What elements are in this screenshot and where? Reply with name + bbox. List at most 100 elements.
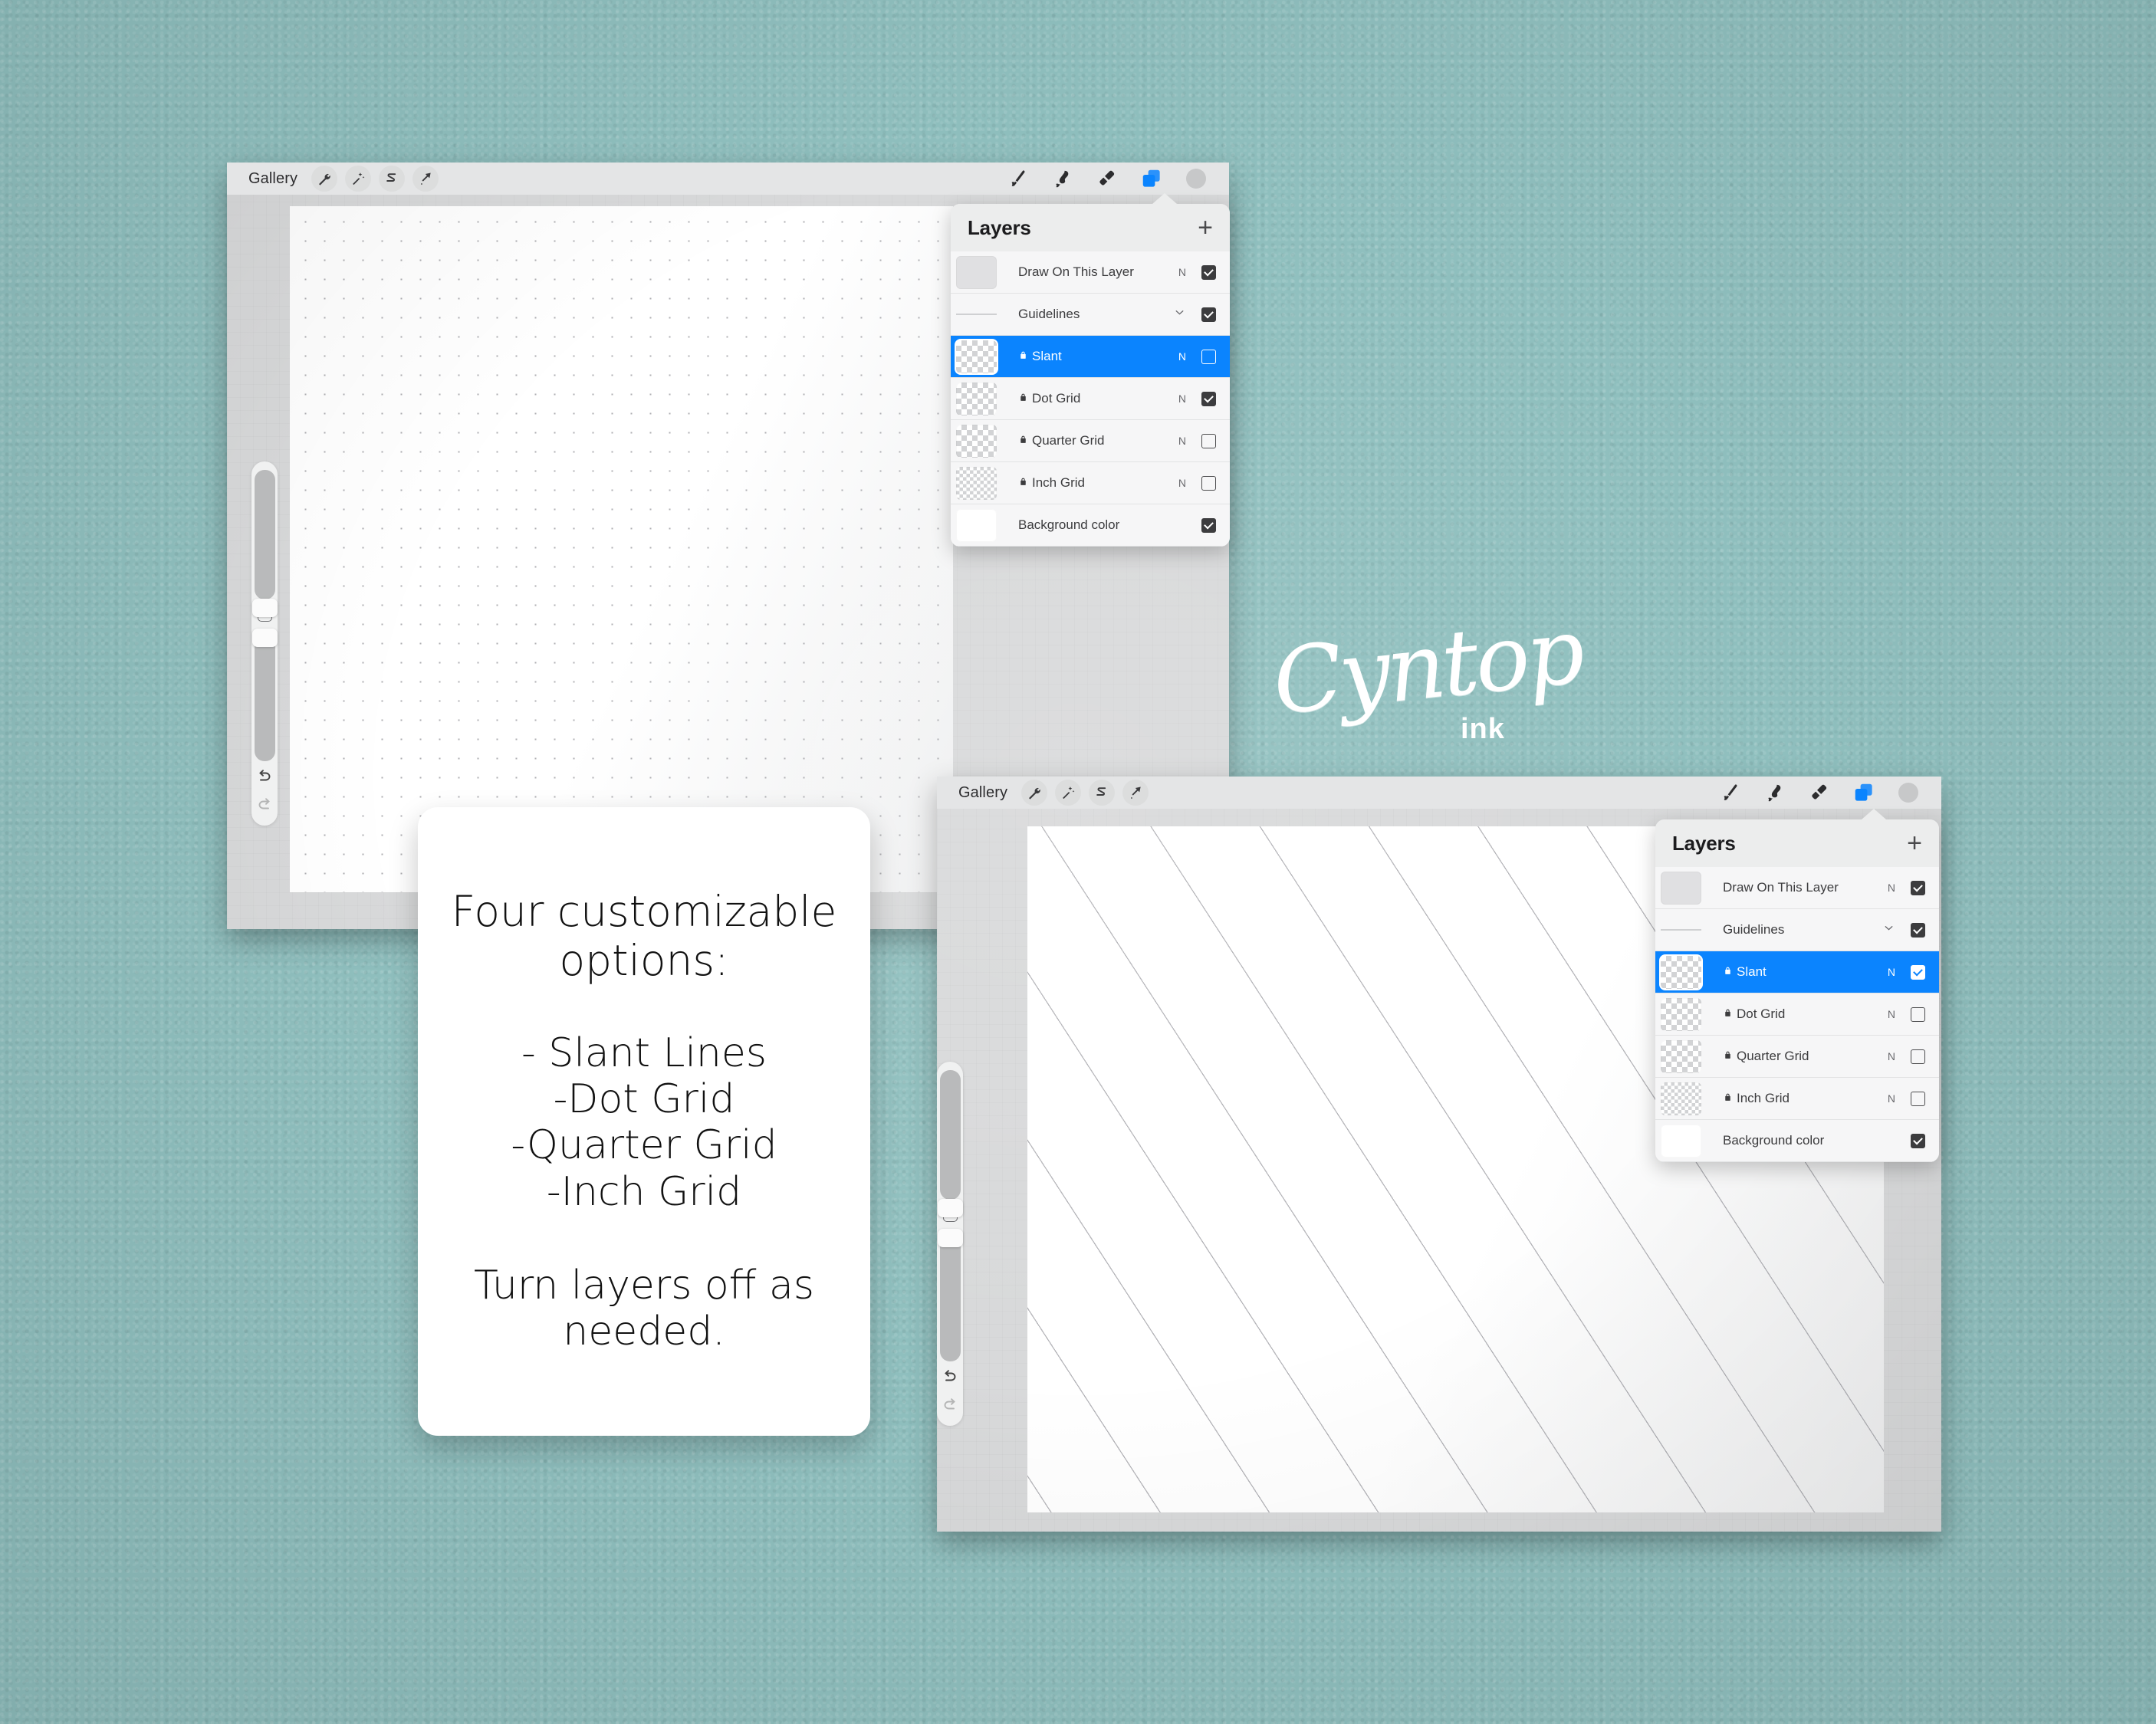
gallery-button[interactable]: Gallery bbox=[949, 784, 1014, 802]
layer-row[interactable]: Quarter Grid N bbox=[951, 420, 1230, 462]
layer-visibility-checkbox[interactable] bbox=[1911, 1091, 1925, 1106]
brush-size-slider[interactable] bbox=[937, 1070, 963, 1217]
layer-thumbnail[interactable] bbox=[1661, 871, 1701, 905]
blend-mode-label[interactable]: N bbox=[1888, 1050, 1911, 1062]
chevron-down-icon[interactable] bbox=[1173, 306, 1201, 323]
layers-icon[interactable] bbox=[1852, 781, 1875, 804]
layer-visibility-checkbox[interactable] bbox=[1201, 307, 1216, 322]
smudge-icon[interactable] bbox=[1051, 168, 1073, 189]
blend-mode-label[interactable]: N bbox=[1178, 435, 1201, 447]
blend-mode-label[interactable]: N bbox=[1178, 350, 1201, 363]
brush-opacity-slider[interactable] bbox=[251, 629, 278, 762]
blend-mode-label[interactable]: N bbox=[1178, 477, 1201, 489]
layer-row[interactable]: Slant N bbox=[1655, 951, 1939, 993]
chevron-down-icon[interactable] bbox=[1882, 921, 1911, 938]
layer-thumbnail[interactable] bbox=[956, 508, 997, 542]
transform-arrow-icon[interactable] bbox=[412, 166, 439, 192]
blend-mode-label[interactable]: N bbox=[1888, 966, 1911, 978]
layer-row[interactable]: Inch Grid N bbox=[1655, 1078, 1939, 1120]
tool-sidebar-one bbox=[251, 461, 278, 826]
gallery-button[interactable]: Gallery bbox=[239, 170, 304, 188]
smudge-icon[interactable] bbox=[1763, 782, 1785, 803]
paintbrush-icon[interactable] bbox=[1007, 168, 1028, 189]
brush-size-knob[interactable] bbox=[251, 599, 278, 617]
layers-icon[interactable] bbox=[1140, 167, 1163, 190]
wrench-icon[interactable] bbox=[1021, 780, 1048, 806]
layer-thumbnail-guideline[interactable] bbox=[1661, 914, 1701, 947]
redo-icon[interactable] bbox=[941, 1396, 959, 1418]
layer-visibility-checkbox[interactable] bbox=[1201, 349, 1216, 364]
eraser-icon[interactable] bbox=[1096, 168, 1117, 189]
layer-thumbnail-guideline[interactable] bbox=[956, 298, 997, 331]
wrench-icon[interactable] bbox=[311, 166, 338, 192]
undo-icon[interactable] bbox=[255, 767, 274, 790]
layer-visibility-checkbox[interactable] bbox=[1201, 264, 1216, 280]
brush-opacity-knob[interactable] bbox=[251, 629, 278, 648]
layer-row[interactable]: Inch Grid N bbox=[951, 462, 1230, 504]
layer-row[interactable]: Background color bbox=[1655, 1120, 1939, 1162]
blend-mode-label[interactable]: N bbox=[1888, 882, 1911, 894]
transform-arrow-icon[interactable] bbox=[1122, 780, 1149, 806]
blend-mode-label[interactable]: N bbox=[1888, 1092, 1911, 1105]
blend-mode-label[interactable]: N bbox=[1888, 1008, 1911, 1020]
layer-visibility-checkbox[interactable] bbox=[1201, 433, 1216, 448]
add-layer-button[interactable]: + bbox=[1907, 830, 1922, 856]
layer-name-text: Draw On This Layer bbox=[1018, 264, 1134, 279]
layer-thumbnail[interactable] bbox=[1661, 1082, 1701, 1115]
layer-row[interactable]: Draw On This Layer N bbox=[951, 251, 1230, 294]
brush-opacity-slider[interactable] bbox=[937, 1229, 963, 1362]
layer-visibility-checkbox[interactable] bbox=[1911, 964, 1925, 980]
layer-visibility-checkbox[interactable] bbox=[1201, 475, 1216, 491]
layer-visibility-checkbox[interactable] bbox=[1911, 1049, 1925, 1064]
magic-wand-icon[interactable] bbox=[1055, 780, 1082, 806]
layer-row[interactable]: Draw On This Layer N bbox=[1655, 867, 1939, 909]
layer-visibility-checkbox[interactable] bbox=[1201, 517, 1216, 533]
layer-visibility-checkbox[interactable] bbox=[1911, 1133, 1925, 1148]
layer-name: Guidelines bbox=[1018, 307, 1080, 322]
color-swatch[interactable] bbox=[1186, 169, 1206, 189]
brush-size-knob[interactable] bbox=[937, 1199, 963, 1217]
blend-mode-label[interactable]: N bbox=[1178, 392, 1201, 405]
layer-row[interactable]: Quarter Grid N bbox=[1655, 1036, 1939, 1078]
layer-row[interactable]: Guidelines bbox=[1655, 909, 1939, 951]
layer-thumbnail[interactable] bbox=[956, 466, 997, 500]
layer-thumbnail[interactable] bbox=[956, 382, 997, 415]
layer-row[interactable]: Background color bbox=[951, 504, 1230, 547]
selection-s-icon[interactable] bbox=[1089, 780, 1116, 806]
layer-thumbnail[interactable] bbox=[1661, 1039, 1701, 1073]
magic-wand-icon[interactable] bbox=[345, 166, 372, 192]
layer-thumbnail[interactable] bbox=[956, 340, 997, 373]
layer-row[interactable]: Slant N bbox=[951, 336, 1230, 378]
brush-size-slider[interactable] bbox=[251, 470, 278, 617]
lock-icon bbox=[1018, 349, 1028, 364]
layer-name-text: Quarter Grid bbox=[1737, 1049, 1809, 1063]
undo-icon[interactable] bbox=[941, 1368, 959, 1390]
lock-icon bbox=[1723, 964, 1733, 980]
layer-row[interactable]: Dot Grid N bbox=[951, 378, 1230, 420]
layer-visibility-checkbox[interactable] bbox=[1911, 1006, 1925, 1022]
layer-thumbnail[interactable] bbox=[1661, 1124, 1701, 1158]
layer-row[interactable]: Guidelines bbox=[951, 294, 1230, 336]
redo-icon[interactable] bbox=[255, 796, 274, 818]
eraser-icon[interactable] bbox=[1808, 782, 1829, 803]
layer-thumbnail[interactable] bbox=[956, 424, 997, 458]
layer-thumbnail[interactable] bbox=[1661, 997, 1701, 1031]
layer-name: Draw On This Layer bbox=[1723, 880, 1839, 895]
layer-name-text: Guidelines bbox=[1723, 922, 1785, 937]
brush-opacity-knob[interactable] bbox=[937, 1229, 963, 1248]
color-swatch[interactable] bbox=[1898, 783, 1918, 803]
promo-options-list: - Slant Lines -Dot Grid -Quarter Grid -Inch… bbox=[511, 1029, 777, 1215]
add-layer-button[interactable]: + bbox=[1198, 215, 1213, 241]
drawing-canvas-one[interactable] bbox=[290, 206, 953, 892]
brand-script-name: Cyntop bbox=[1267, 597, 1587, 735]
selection-s-icon[interactable] bbox=[379, 166, 406, 192]
blend-mode-label[interactable]: N bbox=[1178, 266, 1201, 278]
layer-thumbnail[interactable] bbox=[956, 255, 997, 289]
layer-visibility-checkbox[interactable] bbox=[1201, 391, 1216, 406]
layer-visibility-checkbox[interactable] bbox=[1911, 922, 1925, 938]
promo-footer: Turn layers off as needed. bbox=[474, 1263, 814, 1355]
layer-row[interactable]: Dot Grid N bbox=[1655, 993, 1939, 1036]
layer-visibility-checkbox[interactable] bbox=[1911, 880, 1925, 895]
layer-thumbnail[interactable] bbox=[1661, 955, 1701, 989]
paintbrush-icon[interactable] bbox=[1719, 782, 1740, 803]
